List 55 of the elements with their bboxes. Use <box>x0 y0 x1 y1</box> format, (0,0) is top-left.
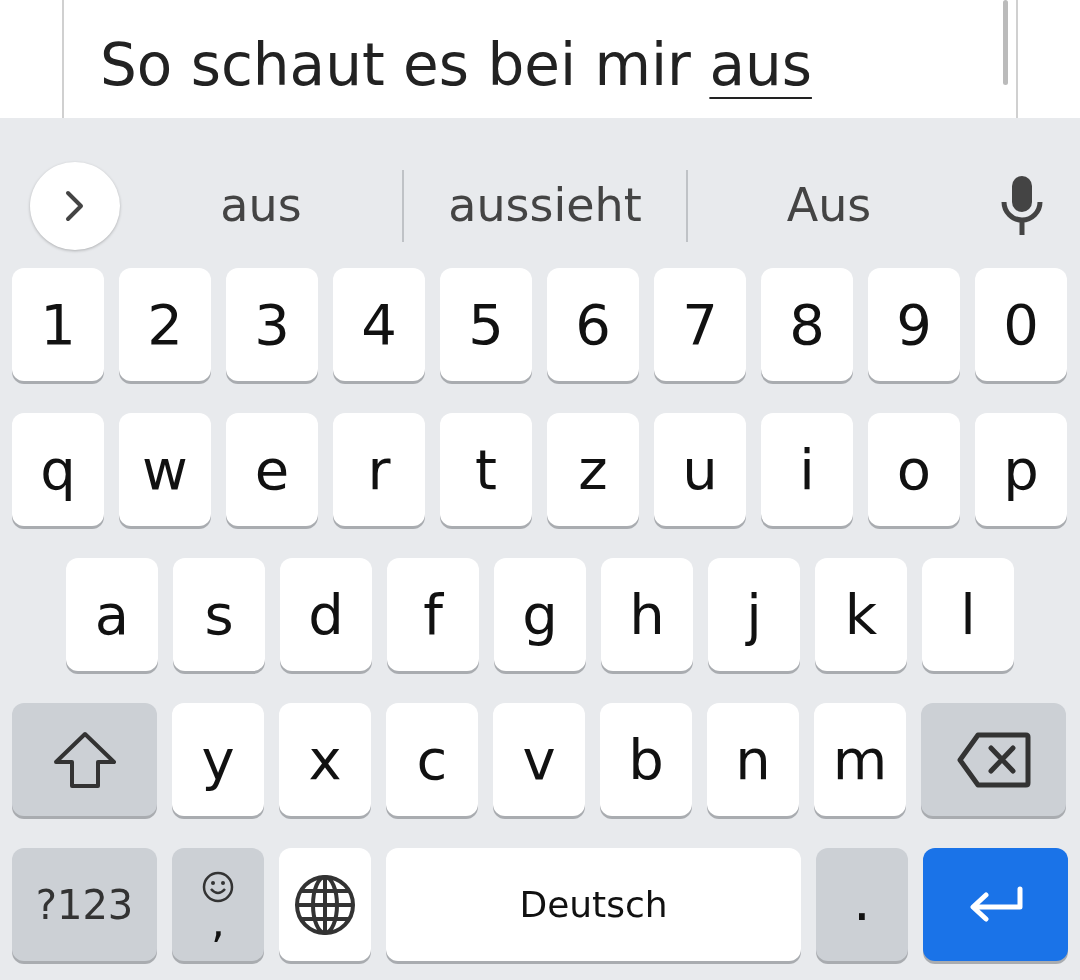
key[interactable]: 2 <box>119 268 211 381</box>
composing-word: aus <box>709 31 812 99</box>
key[interactable]: j <box>708 558 800 671</box>
key[interactable]: t <box>440 413 532 526</box>
key[interactable]: 5 <box>440 268 532 381</box>
key[interactable]: u <box>654 413 746 526</box>
key[interactable]: x <box>279 703 371 816</box>
key[interactable]: g <box>494 558 586 671</box>
key[interactable]: a <box>66 558 158 671</box>
key[interactable]: m <box>814 703 906 816</box>
symbols-key[interactable]: ?123 <box>12 848 157 961</box>
key[interactable]: 8 <box>761 268 853 381</box>
key[interactable]: k <box>815 558 907 671</box>
key[interactable]: e <box>226 413 318 526</box>
key[interactable]: r <box>333 413 425 526</box>
key[interactable]: n <box>707 703 799 816</box>
suggestion[interactable]: aus <box>120 170 402 241</box>
microphone-icon[interactable] <box>1000 173 1044 238</box>
scrollbar-thumb[interactable] <box>1003 0 1008 85</box>
key[interactable]: 6 <box>547 268 639 381</box>
key[interactable]: d <box>280 558 372 671</box>
key[interactable]: 1 <box>12 268 104 381</box>
key[interactable]: h <box>601 558 693 671</box>
key[interactable]: c <box>386 703 478 816</box>
backspace-icon <box>955 730 1032 789</box>
language-key[interactable] <box>279 848 371 961</box>
key[interactable]: l <box>922 558 1014 671</box>
key[interactable]: w <box>119 413 211 526</box>
key[interactable]: s <box>173 558 265 671</box>
key[interactable]: v <box>493 703 585 816</box>
backspace-key[interactable] <box>921 703 1066 816</box>
key[interactable]: i <box>761 413 853 526</box>
key[interactable]: z <box>547 413 639 526</box>
key[interactable]: 4 <box>333 268 425 381</box>
globe-icon <box>293 872 357 937</box>
key[interactable]: 7 <box>654 268 746 381</box>
key[interactable]: y <box>172 703 264 816</box>
typed-text: So schaut es bei mir <box>100 31 692 99</box>
enter-key[interactable] <box>923 848 1068 961</box>
suggestion[interactable]: aussieht <box>404 170 686 241</box>
space-key[interactable]: Deutsch <box>386 848 801 961</box>
key[interactable]: 3 <box>226 268 318 381</box>
smiley-icon <box>201 869 235 904</box>
key[interactable]: p <box>975 413 1067 526</box>
shift-key[interactable] <box>12 703 157 816</box>
key[interactable]: 9 <box>868 268 960 381</box>
key[interactable]: q <box>12 413 104 526</box>
key[interactable]: b <box>600 703 692 816</box>
comma-key[interactable]: , <box>172 848 264 961</box>
period-key[interactable]: . <box>816 848 908 961</box>
key[interactable]: o <box>868 413 960 526</box>
suggestion[interactable]: Aus <box>688 170 970 241</box>
key[interactable]: f <box>387 558 479 671</box>
shift-icon <box>51 729 118 790</box>
key[interactable]: 0 <box>975 268 1067 381</box>
